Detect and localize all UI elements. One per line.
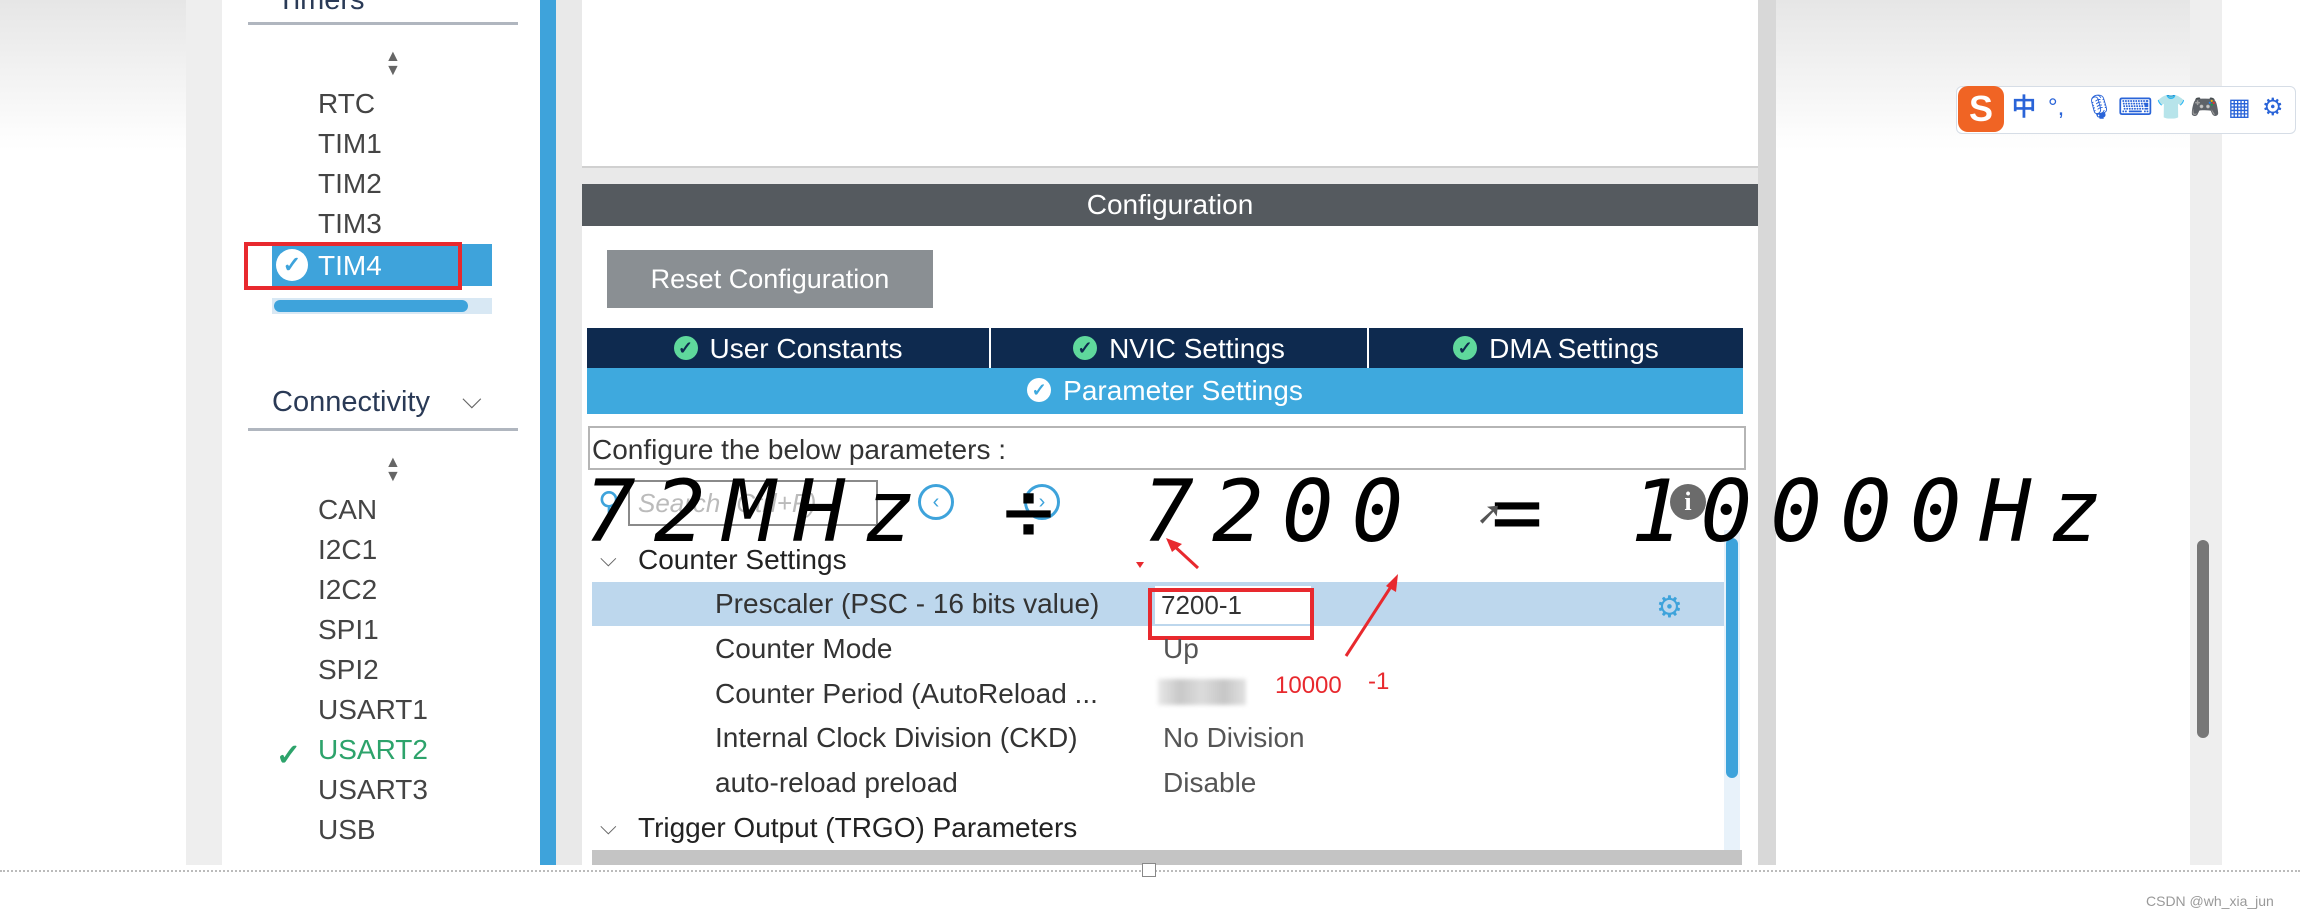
chevron-down-icon[interactable]: ⌵ (600, 814, 617, 840)
tab-nvic-settings[interactable]: ✓ NVIC Settings (991, 328, 1367, 368)
tab-label: User Constants (709, 333, 903, 364)
mouse-cursor-icon: ➚ (1476, 495, 1503, 531)
params-scrollbar-thumb[interactable] (1726, 538, 1738, 778)
param-label-auto-reload-preload: auto-reload preload (715, 767, 958, 798)
ime-settings-icon[interactable]: ⚙ (2262, 94, 2284, 122)
sidebar-item-spi2[interactable]: SPI2 (318, 654, 379, 686)
sidebar-item-tim2[interactable]: TIM2 (318, 168, 382, 200)
mode-panel (582, 0, 1758, 168)
page-scrollbar-thumb[interactable] (2197, 540, 2209, 738)
watermark: CSDN @wh_xia_jun (2146, 893, 2274, 909)
sidebar-item-i2c1[interactable]: I2C1 (318, 534, 377, 566)
ime-chinese-mode-icon[interactable]: 中 (2012, 94, 2036, 122)
ime-keyboard-icon[interactable]: ⌨ (2118, 94, 2153, 122)
param-label-clock-division: Internal Clock Division (CKD) (715, 722, 1078, 753)
tab-dma-settings[interactable]: ✓ DMA Settings (1369, 328, 1743, 368)
param-label-counter-period: Counter Period (AutoReload ... (715, 678, 1098, 709)
sidebar-item-rtc[interactable]: RTC (318, 88, 375, 120)
left-border (186, 0, 222, 865)
reset-configuration-button[interactable]: Reset Configuration (607, 250, 933, 308)
check-circle-icon: ✓ (1027, 377, 1052, 402)
tab-parameter-settings[interactable]: ✓ Parameter Settings (587, 368, 1743, 414)
tab-label: NVIC Settings (1109, 333, 1285, 364)
timers-divider (248, 22, 518, 25)
check-circle-icon: ✓ (673, 335, 698, 360)
tab-user-constants[interactable]: ✓ User Constants (587, 328, 989, 368)
sort-icon[interactable]: ▲ ▼ (385, 49, 401, 79)
annotation-arrows (1136, 538, 1398, 657)
resize-handle[interactable] (1142, 863, 1156, 877)
arrow-to-10000 (1344, 581, 1396, 657)
param-label-counter-mode: Counter Mode (715, 633, 893, 664)
sidebar-item-usart2[interactable]: USART2 (318, 734, 428, 766)
param-label-prescaler: Prescaler (PSC - 16 bits value) (715, 588, 1100, 619)
check-circle-icon: ✓ (1453, 335, 1478, 360)
connectivity-divider (248, 428, 518, 431)
sidebar-item-usart3[interactable]: USART3 (318, 774, 428, 806)
tab-label: Parameter Settings (1063, 375, 1303, 406)
sidebar-item-usb[interactable]: USB (318, 814, 376, 846)
timers-heading[interactable]: Timers (277, 0, 365, 17)
main-right-edge (1758, 0, 1776, 865)
horizontal-scrollbar[interactable] (592, 850, 1742, 865)
annotation-red-box-tim4 (244, 242, 462, 290)
check-icon: ✓ (276, 739, 302, 772)
sidebar-item-tim1[interactable]: TIM1 (318, 128, 382, 160)
sidebar-divider[interactable] (540, 0, 556, 865)
check-circle-icon: ✓ (1073, 335, 1098, 360)
section-trigger-output[interactable]: Trigger Output (TRGO) Parameters (638, 812, 1077, 844)
ime-game-icon[interactable]: 🎮 (2190, 94, 2220, 122)
tab-label: DMA Settings (1489, 333, 1659, 364)
sort-icon[interactable]: ▲ ▼ (385, 455, 401, 485)
sidebar-item-i2c2[interactable]: I2C2 (318, 574, 377, 606)
annotation-minus-one: -1 (1368, 668, 1390, 695)
chevron-down-icon[interactable]: ⌵ (462, 384, 482, 416)
sidebar-item-spi1[interactable]: SPI1 (318, 614, 379, 646)
param-value-auto-reload-preload[interactable]: Disable (1163, 767, 1256, 799)
param-value-clock-division[interactable]: No Division (1163, 722, 1305, 754)
sidebar-scrollbar-thumb[interactable] (274, 300, 468, 312)
ime-skin-icon[interactable]: 👕 (2156, 94, 2186, 122)
sidebar-item-usart1[interactable]: USART1 (318, 694, 428, 726)
ime-punctuation-icon[interactable]: °, (2048, 94, 2064, 122)
ime-apps-icon[interactable]: ▦ (2228, 94, 2251, 122)
annotation-period-value: 10000 (1275, 672, 1342, 699)
configuration-header: Configuration (582, 184, 1758, 226)
gear-icon[interactable]: ⚙ (1656, 590, 1683, 625)
ime-logo-icon[interactable]: S (1958, 86, 2004, 132)
param-value-counter-period-blurred[interactable] (1158, 679, 1246, 705)
ime-voice-icon[interactable]: 🎙 (2084, 94, 2114, 122)
sidebar-item-can[interactable]: CAN (318, 494, 377, 526)
connectivity-heading[interactable]: Connectivity (272, 386, 430, 419)
sidebar-item-tim3[interactable]: TIM3 (318, 208, 382, 240)
small-marker (1136, 562, 1144, 568)
